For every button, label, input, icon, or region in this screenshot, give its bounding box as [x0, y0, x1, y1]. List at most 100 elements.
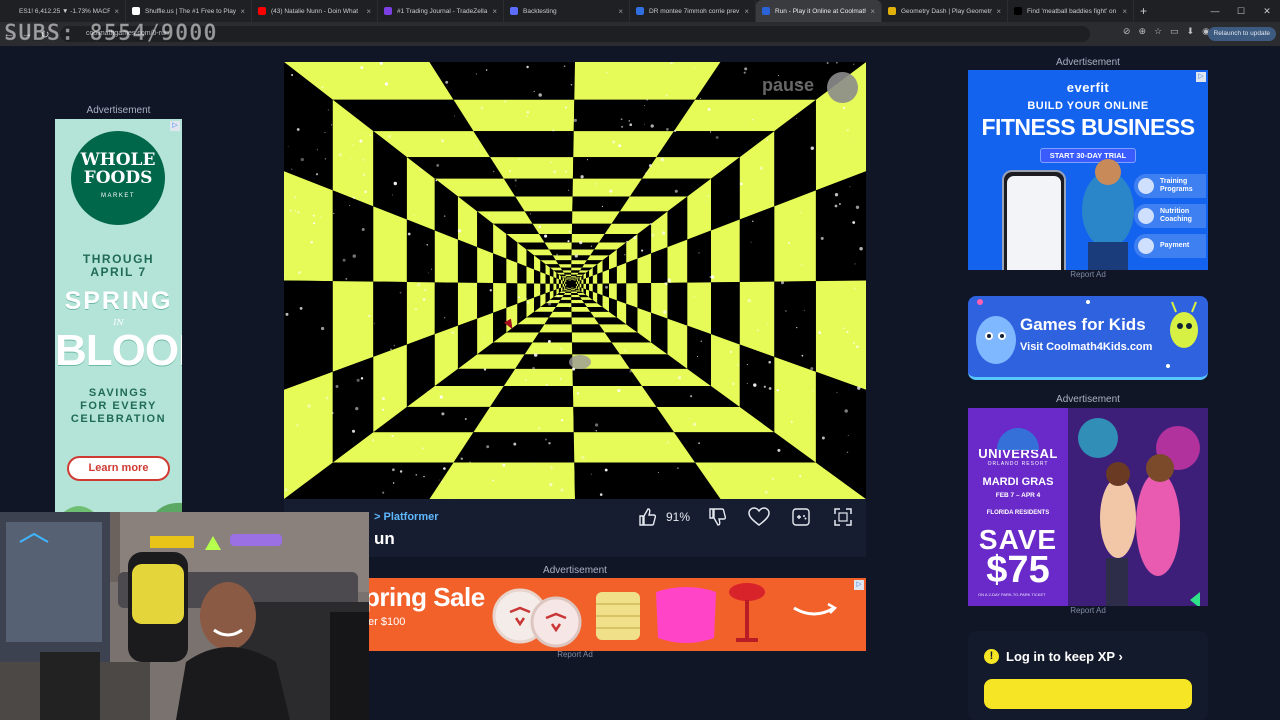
fullscreen-button[interactable] [828, 503, 858, 531]
game-controller-icon [792, 508, 810, 526]
like-button[interactable] [632, 503, 662, 531]
favorite-button[interactable] [744, 503, 774, 531]
tab-close-icon[interactable]: × [744, 7, 749, 16]
dislike-button[interactable] [702, 503, 732, 531]
pause-label: pause [762, 75, 815, 95]
universal-resort: ORLANDO RESORT [987, 461, 1049, 467]
tab-close-icon[interactable]: × [240, 7, 245, 16]
breadcrumb-platformer[interactable]: Platformer [384, 511, 439, 523]
leaf-decoration [61, 502, 182, 514]
stream-subs-counter: SUBS: 8554/9000 [4, 21, 218, 47]
globe-icon [997, 428, 1039, 450]
thumbs-down-icon [709, 508, 727, 526]
coolmath4kids-banner[interactable]: Games for Kids Visit Coolmath4Kids.com [968, 296, 1208, 380]
payment-icon [1138, 238, 1154, 254]
tab-favicon-icon [510, 7, 518, 15]
rating-percent: 91% [665, 510, 690, 524]
whole-foods-ad[interactable]: ▷ WHOLE FOODS MARKET THROUGH APRIL 7 SPRI… [55, 119, 182, 514]
webcam-feed [0, 512, 369, 720]
login-button[interactable] [984, 679, 1192, 709]
fine-print: ON A 2-DAY PARK-TO-PARK TICKET [978, 592, 1046, 597]
tab-title: Shuffle.us | The #1 Free to Play [145, 7, 237, 15]
new-tab-button[interactable]: + [1140, 4, 1147, 18]
tab-favicon-icon [384, 7, 392, 15]
streamer-webcam [0, 512, 369, 720]
ad-date: APRIL 7 [90, 265, 147, 279]
chip-training-b: Programs [1160, 186, 1193, 193]
mardi-gras-dates: FEB 7 – APR 4 [995, 492, 1041, 499]
toolbar-icons: ⊘ ⊕ ☆ ▭ ⬇ ◉ [1123, 26, 1210, 37]
kids-banner-title: Games for Kids [1020, 315, 1146, 334]
tab-close-icon[interactable]: × [618, 7, 623, 16]
heart-icon [748, 507, 770, 526]
adchoices-icon[interactable]: ▷ [170, 121, 180, 131]
pause-button[interactable] [827, 72, 858, 103]
amazon-smile-icon [793, 606, 835, 616]
florida-residents: FLORIDA RESIDENTS [986, 510, 1050, 516]
training-icon [1138, 178, 1154, 194]
everfit-ad[interactable]: ▷ everfit BUILD YOUR ONLINE FITNESS BUSI… [968, 70, 1208, 270]
tab-close-icon[interactable]: × [492, 7, 497, 16]
bookmark-star-icon[interactable]: ☆ [1154, 26, 1162, 37]
browser-tab[interactable]: Run - Play it Online at Coolmath × [756, 0, 882, 22]
report-ad-link-right-1[interactable]: Report Ad [968, 270, 1208, 279]
game-canvas[interactable]: pause [284, 62, 866, 499]
logo-line-whole: WHOLE [80, 150, 156, 170]
tab-close-icon[interactable]: × [996, 7, 1001, 16]
browser-tab[interactable]: Find 'meatball baddies fight' on × [1008, 0, 1134, 22]
window-controls: — ☐ ✕ [1202, 0, 1280, 22]
tab-title: ES1! 6,412.25 ▼ -1.73% MACRO [19, 7, 111, 15]
ad-savings-1: SAVINGS [88, 387, 149, 399]
browser-tab[interactable]: DR montee 7immoh corrie prev × [630, 0, 756, 22]
blocked-icon[interactable]: ⊘ [1123, 26, 1131, 37]
universal-orlando-ad[interactable]: UNIVERSAL ORLANDO RESORT MARDI GRAS FEB … [968, 408, 1208, 606]
screen: ES1! 6,412.25 ▼ -1.73% MACRO × Shuffle.us … [0, 0, 1280, 720]
zoom-icon[interactable]: ⊕ [1138, 26, 1146, 37]
minimize-button[interactable]: — [1202, 6, 1228, 16]
tab-close-icon[interactable]: × [366, 7, 371, 16]
nutrition-icon [1138, 208, 1154, 224]
login-xp-link[interactable]: Log in to keep XP › [1006, 649, 1123, 664]
relaunch-button[interactable]: Relaunch to update [1207, 27, 1276, 41]
game-title: un [374, 529, 395, 548]
ad-savings-2: FOR EVERY [80, 400, 157, 412]
universal-logo: UNIVERSAL ORLANDO RESORT [972, 428, 1064, 467]
browser-tab[interactable]: Shuffle.us | The #1 Free to Play × [126, 0, 252, 22]
report-ad-link-bottom[interactable]: Report Ad [284, 650, 866, 659]
download-icon[interactable]: ⬇ [1187, 26, 1195, 37]
whole-foods-logo: WHOLE FOODS MARKET [71, 131, 165, 225]
close-window-button[interactable]: ✕ [1254, 6, 1280, 17]
sidebar-icon[interactable]: ▭ [1170, 26, 1179, 37]
browser-tab[interactable]: #1 Trading Journal - TradeZella × [378, 0, 504, 22]
tab-close-icon[interactable]: × [114, 7, 119, 16]
learn-more-button[interactable]: Learn more [67, 456, 170, 481]
chip-payment-a: Payment [1160, 242, 1190, 249]
report-ad-link-right-2[interactable]: Report Ad [968, 606, 1208, 615]
browser-tab[interactable]: Backtesting × [504, 0, 630, 22]
thumbs-up-icon [639, 508, 657, 526]
adchoices-icon-bottom[interactable]: ▷ [854, 580, 864, 590]
browser-tab[interactable]: Geometry Dash | Play Geometry × [882, 0, 1008, 22]
maximize-button[interactable]: ☐ [1228, 6, 1254, 17]
fullscreen-icon [834, 508, 852, 526]
left-ad-label: Advertisement [86, 105, 151, 116]
login-xp-card: ! Log in to keep XP › [968, 631, 1208, 720]
chip-nutrition-b: Coaching [1160, 216, 1192, 223]
playlist-button[interactable] [786, 503, 816, 531]
ad-savings-text: SAVINGS FOR EVERY CELEBRATION [55, 387, 182, 426]
browser-tab[interactable]: ES1! 6,412.25 ▼ -1.73% MACRO × [0, 0, 126, 22]
kids-banner-link: Visit Coolmath4Kids.com [1020, 341, 1153, 353]
breadcrumb-separator: > [374, 511, 381, 523]
browser-tab[interactable]: (43) Natalie Nunn - Doin What × [252, 0, 378, 22]
game-actions: 91% [632, 503, 858, 531]
logo-line-market: MARKET [100, 193, 135, 199]
tab-close-icon[interactable]: × [1122, 7, 1127, 16]
tab-title: (43) Natalie Nunn - Doin What [271, 7, 359, 15]
tab-favicon-icon [132, 7, 140, 15]
amazon-spring-sale-ad[interactable]: pring Sale er $100 ▷ [284, 578, 866, 651]
bottom-ad-label: Advertisement [543, 565, 607, 576]
tab-close-icon[interactable]: × [870, 7, 875, 16]
coolmath-page: Advertisement ▷ WHOLE FOODS MARKET THROUG… [0, 46, 1280, 720]
chip-training: Training Programs [1134, 174, 1206, 198]
chevron-right-icon: › [1118, 649, 1123, 664]
